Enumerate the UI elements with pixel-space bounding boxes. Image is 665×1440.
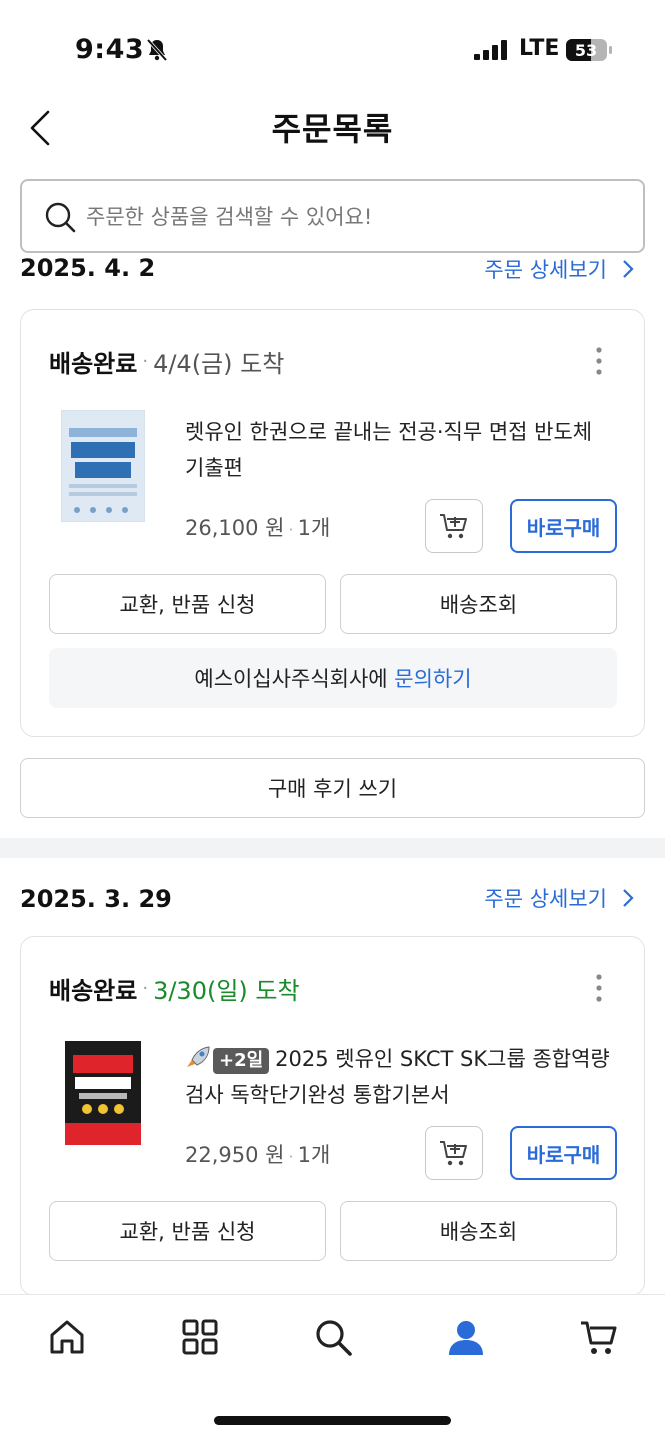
product-price: 22,950 원 · 1개 [185, 1143, 331, 1167]
battery-level: 53 [575, 41, 597, 60]
add-to-cart-button[interactable] [425, 1126, 483, 1180]
home-icon[interactable] [47, 1317, 87, 1357]
product-name[interactable]: 렛유인 한권으로 끝내는 전공·직무 면접 반도체 기출편 [185, 414, 615, 486]
order-detail-label: 주문 상세보기 [484, 258, 607, 282]
search-bar[interactable] [20, 179, 645, 253]
chevron-right-icon [623, 889, 634, 907]
delivery-badge: +2일 [213, 1048, 270, 1074]
arrival-date: 4/4(금) 도착 [153, 350, 285, 378]
delivery-status-label: 배송완료 [49, 977, 138, 1005]
product-thumbnail[interactable] [65, 1041, 141, 1145]
more-options-icon[interactable] [594, 346, 604, 376]
search-input[interactable] [86, 195, 626, 239]
search-icon [45, 202, 76, 233]
inquiry-link[interactable]: 문의하기 [394, 663, 471, 693]
rocket-icon [187, 1046, 210, 1067]
order-card: 배송완료 · 3/30(일) 도착 +2일 2025 렛유인 SKCT SK그룹 … [20, 936, 645, 1294]
order-card: 배송완료 · 4/4(금) 도착 렛유인 한권으로 끝내는 전공·직무 면접 반… [20, 309, 645, 737]
chevron-right-icon [623, 260, 634, 278]
tracking-button[interactable]: 배송조회 [340, 574, 617, 634]
page-title: 주문목록 [271, 110, 394, 148]
cart-plus-icon [440, 514, 467, 539]
tracking-button[interactable]: 배송조회 [340, 1201, 617, 1261]
buy-now-button[interactable]: 바로구매 [510, 499, 617, 553]
product-price: 26,100 원 · 1개 [185, 516, 331, 540]
order-date: 2025. 4. 2 [20, 256, 156, 282]
search-icon[interactable] [313, 1317, 353, 1357]
order-list[interactable]: 2025. 4. 2 주문 상세보기 배송완료 · 4/4(금) 도착 렛유인 … [0, 256, 665, 1294]
order-detail-link[interactable]: 주문 상세보기 [484, 883, 635, 913]
quantity: 1개 [297, 516, 331, 540]
seller-inquiry: 예스이십사주식회사에 문의하기 [49, 648, 617, 708]
delivery-status: 배송완료 · 3/30(일) 도착 [49, 971, 300, 1006]
quantity: 1개 [297, 1143, 331, 1167]
network-type: LTE [519, 36, 560, 61]
delivery-status: 배송완료 · 4/4(금) 도착 [49, 344, 284, 379]
product-thumbnail[interactable] [61, 410, 145, 522]
buy-now-button[interactable]: 바로구매 [510, 1126, 617, 1180]
price-value: 26,100 원 [185, 516, 285, 540]
category-grid-icon[interactable] [180, 1317, 220, 1357]
status-time: 9:43 [75, 34, 145, 65]
more-options-icon[interactable] [594, 973, 604, 1003]
cart-plus-icon [440, 1141, 467, 1166]
price-value: 22,950 원 [185, 1143, 285, 1167]
order-date: 2025. 3. 29 [20, 885, 172, 913]
home-indicator [214, 1416, 451, 1425]
delivery-status-label: 배송완료 [49, 350, 138, 378]
signal-icon [474, 40, 507, 60]
seller-name: 예스이십사주식회사에 [194, 667, 388, 691]
bell-muted-icon [146, 38, 168, 62]
battery-icon: 53 [566, 39, 612, 61]
order-detail-label: 주문 상세보기 [484, 887, 607, 911]
exchange-return-button[interactable]: 교환, 반품 신청 [49, 1201, 326, 1261]
section-divider [0, 838, 665, 858]
my-page-icon[interactable] [446, 1317, 486, 1357]
exchange-return-button[interactable]: 교환, 반품 신청 [49, 574, 326, 634]
write-review-button[interactable]: 구매 후기 쓰기 [20, 758, 645, 818]
arrival-date: 3/30(일) 도착 [153, 977, 300, 1005]
product-name[interactable]: +2일 2025 렛유인 SKCT SK그룹 종합역량검사 독학단기완성 통합기본… [185, 1041, 615, 1113]
status-bar: 9:43 LTE 53 [0, 0, 665, 100]
order-detail-link[interactable]: 주문 상세보기 [484, 256, 635, 284]
add-to-cart-button[interactable] [425, 499, 483, 553]
cart-icon[interactable] [579, 1317, 619, 1357]
